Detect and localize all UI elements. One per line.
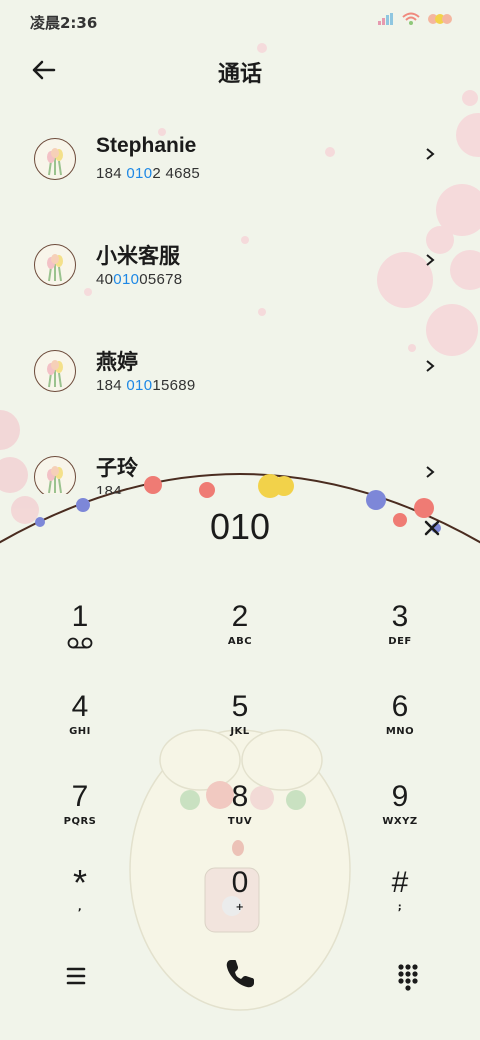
key-7[interactable]: 7 PQRS (20, 780, 140, 860)
key-letters: GHI (69, 726, 91, 737)
key-digit: 9 (391, 780, 409, 813)
key-digit: 7 (71, 780, 89, 813)
chevron-right-icon[interactable] (422, 146, 438, 162)
signal-icon (378, 13, 393, 25)
contact-number: 184 (96, 483, 122, 494)
avatar (34, 350, 76, 392)
status-icons (378, 12, 452, 26)
key-digit: 8 (231, 780, 249, 813)
key-letters: WXYZ (382, 816, 418, 827)
contact-row[interactable]: 小米客服 4001005678 (0, 226, 480, 306)
contact-row[interactable]: 子玲 184 (0, 438, 480, 494)
dial-input[interactable]: 010 (0, 506, 480, 548)
avatar (34, 138, 76, 180)
tulip-icon (47, 466, 63, 494)
call-icon[interactable] (216, 950, 264, 998)
status-time: 凌晨2:36 (30, 14, 98, 32)
key-digit: 3 (391, 600, 409, 633)
key-6[interactable]: 6 MNO (340, 690, 460, 770)
key-letters: TUV (227, 816, 253, 827)
contact-name: 子玲 (96, 457, 138, 480)
chevron-right-icon[interactable] (422, 358, 438, 374)
key-letters: MNO (385, 726, 415, 737)
tulip-icon (47, 360, 63, 388)
key-letters: , (77, 902, 83, 913)
key-hash[interactable]: # ; (340, 866, 460, 946)
wifi-icon (402, 12, 420, 25)
contact-row[interactable]: 燕婷 184 01015689 (0, 332, 480, 412)
key-3[interactable]: 3 DEF (340, 600, 460, 680)
key-digit: 0 (231, 866, 249, 899)
app-bar: 通话 (0, 46, 480, 94)
avatar (34, 244, 76, 286)
page-title: 通话 (217, 62, 262, 87)
key-letters: PQRS (63, 816, 97, 827)
key-digit: 5 (231, 690, 249, 723)
key-letters: DEF (388, 636, 412, 647)
contact-name: Stephanie (96, 134, 197, 157)
key-digit: * (72, 862, 87, 903)
key-letters: JKL (230, 726, 250, 737)
key-2[interactable]: 2 ABC (180, 600, 300, 680)
contact-name: 燕婷 (96, 351, 138, 374)
battery-icon (428, 14, 452, 24)
key-digit: 4 (71, 690, 89, 723)
key-9[interactable]: 9 WXYZ (340, 780, 460, 860)
key-letters: ABC (227, 636, 253, 647)
contact-number: 4001005678 (96, 271, 183, 288)
status-bar: 凌晨2:36 (0, 0, 480, 40)
voicemail-icon (67, 637, 93, 649)
dialpad-icon[interactable] (384, 952, 432, 1000)
tulip-icon (47, 254, 63, 282)
key-digit: 2 (231, 600, 249, 633)
key-5[interactable]: 5 JKL (180, 690, 300, 770)
key-8[interactable]: 8 TUV (180, 780, 300, 860)
contact-row[interactable]: Stephanie 184 0102 4685 (0, 120, 480, 200)
key-letters: ; (397, 902, 403, 913)
menu-icon[interactable] (52, 952, 100, 1000)
contact-number: 184 0102 4685 (96, 165, 201, 182)
delete-icon[interactable] (420, 516, 444, 540)
key-0[interactable]: 0 + (180, 866, 300, 946)
key-digit: 6 (391, 690, 409, 723)
key-letters: + (235, 902, 245, 913)
key-star[interactable]: * , (20, 862, 140, 946)
key-4[interactable]: 4 GHI (20, 690, 140, 770)
key-digit: 1 (71, 600, 89, 633)
avatar (34, 456, 76, 494)
tulip-icon (47, 148, 63, 176)
contact-name: 小米客服 (96, 245, 180, 268)
chevron-right-icon[interactable] (422, 252, 438, 268)
contact-number: 184 01015689 (96, 377, 196, 394)
key-digit: # (391, 866, 409, 899)
chevron-right-icon[interactable] (422, 464, 438, 480)
key-1[interactable]: 1 (20, 600, 140, 680)
